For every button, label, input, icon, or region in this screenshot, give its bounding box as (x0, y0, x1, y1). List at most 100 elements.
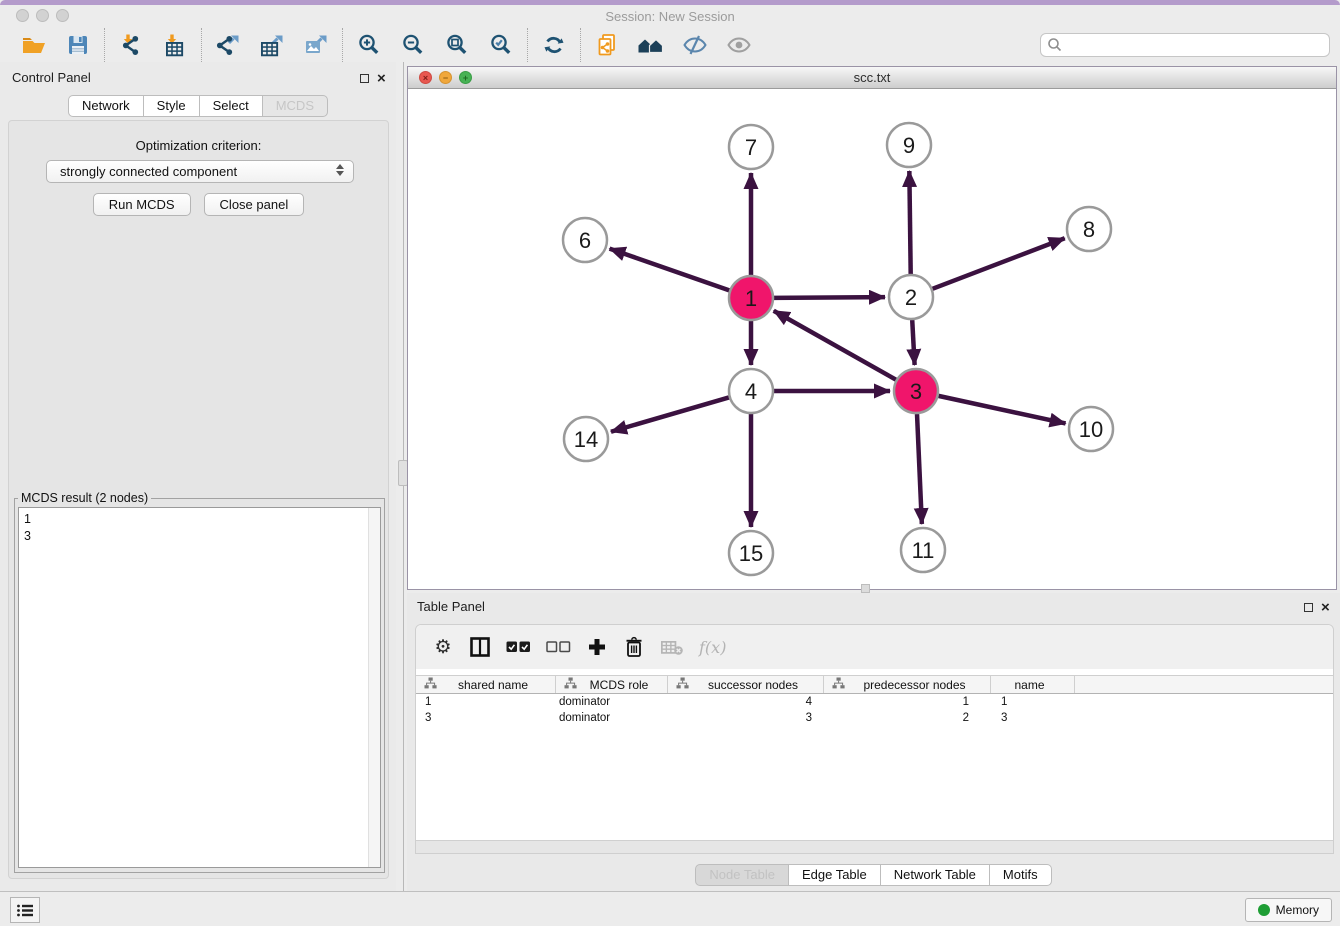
tab-style[interactable]: Style (143, 95, 200, 117)
export-table-button[interactable] (256, 30, 288, 60)
delete-column-button[interactable] (623, 634, 645, 660)
window-zoom-button[interactable] (56, 9, 69, 22)
table-close-icon[interactable]: × (1321, 599, 1330, 617)
graph-node-label-6: 6 (579, 228, 591, 253)
graph-edge-2-9[interactable] (909, 171, 910, 274)
zoom-out-button[interactable] (397, 30, 429, 60)
import-table-button[interactable] (159, 30, 191, 60)
task-list-icon (16, 903, 34, 918)
table-cell[interactable]: 1 (991, 694, 1075, 710)
hierarchy-icon (832, 677, 845, 692)
graph-node-label-7: 7 (745, 135, 757, 160)
window-close-button[interactable] (16, 9, 29, 22)
table-header-row: shared nameMCDS rolesuccessor nodes prede… (416, 675, 1333, 694)
graph-edge-3-10[interactable] (938, 396, 1065, 424)
table-cell[interactable]: 3 (416, 710, 556, 726)
close-panel-button[interactable]: Close panel (204, 193, 305, 216)
window-minimize-button[interactable] (36, 9, 49, 22)
create-column-button[interactable] (586, 634, 608, 660)
table-cell[interactable]: 1 (824, 694, 991, 710)
memory-label: Memory (1276, 903, 1319, 917)
graph-node-label-14: 14 (574, 427, 598, 452)
graph-node-label-4: 4 (745, 379, 757, 404)
zoom-selected-button[interactable] (485, 30, 517, 60)
table-tab-edge-table[interactable]: Edge Table (788, 864, 881, 886)
show-columns-button[interactable] (469, 634, 491, 660)
table-cell[interactable]: dominator (556, 710, 668, 726)
column-header-mcds-role[interactable]: MCDS role (556, 676, 668, 693)
float-panel-icon[interactable] (360, 74, 369, 83)
graph-node-label-8: 8 (1083, 217, 1095, 242)
column-header-successor-nodes[interactable]: successor nodes (668, 676, 824, 693)
zoom-fit-button[interactable] (441, 30, 473, 60)
close-panel-icon[interactable]: × (377, 70, 386, 88)
panel-splitter[interactable] (401, 62, 406, 891)
select-all-columns-button[interactable] (506, 634, 531, 660)
table-row[interactable]: 3dominator323 (416, 710, 1333, 726)
table-cell[interactable]: 3 (668, 710, 824, 726)
graph-node-label-1: 1 (745, 286, 757, 311)
graph-edge-3-1[interactable] (774, 311, 896, 380)
network-graph[interactable]: 7968124314101511 (408, 89, 1336, 589)
control-panel-title: Control Panel (12, 70, 91, 85)
network-window: × − + scc.txt 7968124314101511 (407, 66, 1337, 590)
column-header-name[interactable]: name (991, 676, 1075, 693)
network-minimize-button[interactable]: − (439, 71, 452, 84)
table-cell[interactable]: 3 (991, 710, 1075, 726)
table-row[interactable]: 1dominator411 (416, 694, 1333, 710)
horizontal-splitter-grip[interactable] (861, 584, 870, 593)
task-history-button[interactable] (10, 897, 40, 923)
node-table: shared nameMCDS rolesuccessor nodes prede… (416, 675, 1333, 726)
table-tab-motifs[interactable]: Motifs (989, 864, 1052, 886)
tab-select[interactable]: Select (199, 95, 263, 117)
graph-edge-1-6[interactable] (610, 249, 730, 291)
run-mcds-button[interactable]: Run MCDS (93, 193, 191, 216)
hide-selected-button[interactable] (679, 30, 711, 60)
table-options-button[interactable]: ⚙ (432, 634, 454, 660)
open-session-button[interactable] (18, 30, 50, 60)
export-network-button[interactable] (212, 30, 244, 60)
table-cell[interactable]: 2 (824, 710, 991, 726)
tab-mcds[interactable]: MCDS (262, 95, 328, 117)
network-zoom-button[interactable]: + (459, 71, 472, 84)
table-body: 1dominator4113dominator323 (416, 694, 1333, 726)
optimization-criterion-dropdown[interactable]: strongly connected component (46, 160, 354, 183)
network-window-titlebar[interactable]: × − + scc.txt (408, 67, 1336, 89)
memory-button[interactable]: Memory (1245, 898, 1332, 922)
table-tab-network-table[interactable]: Network Table (880, 864, 990, 886)
column-label: predecessor nodes (845, 678, 990, 692)
zoom-in-button[interactable] (353, 30, 385, 60)
graph-edge-3-11[interactable] (917, 414, 922, 524)
table-cell[interactable]: dominator (556, 694, 668, 710)
table-tab-node-table[interactable]: Node Table (695, 864, 789, 886)
memory-status-icon (1258, 904, 1270, 916)
graph-edge-2-8[interactable] (932, 238, 1064, 289)
deselect-all-columns-button[interactable] (546, 634, 571, 660)
control-panel: Control Panel × NetworkStyleSelectMCDS O… (0, 62, 396, 891)
column-header-predecessor-nodes[interactable]: predecessor nodes (824, 676, 991, 693)
new-network-from-selection-button[interactable] (591, 30, 623, 60)
header-filler (1075, 676, 1333, 693)
graph-edge-2-3[interactable] (912, 320, 914, 365)
apply-layout-button[interactable] (538, 30, 570, 60)
graph-edge-1-2[interactable] (774, 297, 885, 298)
graph-edge-4-14[interactable] (611, 397, 729, 431)
table-cell[interactable]: 1 (416, 694, 556, 710)
network-view[interactable]: 7968124314101511 (408, 89, 1336, 589)
table-float-icon[interactable] (1304, 603, 1313, 612)
save-session-button[interactable] (62, 30, 94, 60)
result-scrollbar[interactable] (368, 508, 380, 867)
dropdown-stepper-icon (334, 164, 346, 176)
tab-network[interactable]: Network (68, 95, 144, 117)
column-header-shared-name[interactable]: shared name (416, 676, 556, 693)
search-input[interactable] (1040, 33, 1330, 57)
import-network-button[interactable] (115, 30, 147, 60)
mcds-panel: Optimization criterion: strongly connect… (8, 120, 389, 879)
table-cell[interactable]: 4 (668, 694, 824, 710)
control-panel-tabs: NetworkStyleSelectMCDS (0, 95, 396, 117)
network-close-button[interactable]: × (419, 71, 432, 84)
first-neighbors-button[interactable] (635, 30, 667, 60)
delete-table-button (660, 634, 684, 660)
column-label: shared name (437, 678, 555, 692)
export-image-button[interactable] (300, 30, 332, 60)
